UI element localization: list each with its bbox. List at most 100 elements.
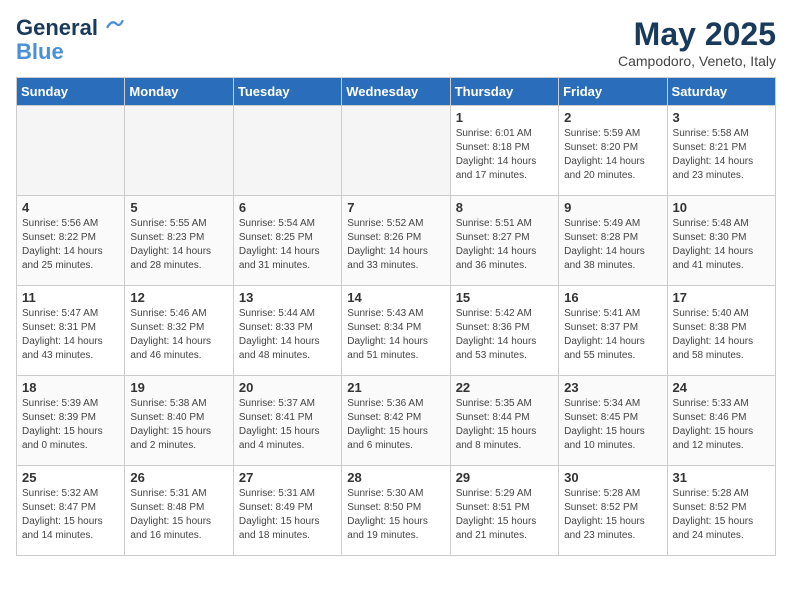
day-info: Sunrise: 5:41 AM Sunset: 8:37 PM Dayligh…: [564, 307, 661, 363]
month-title: May 2025: [618, 16, 776, 53]
calendar-cell: 20 Sunrise: 5:37 AM Sunset: 8:41 PM Dayli…: [233, 376, 341, 466]
calendar-cell: 18Sunrise: 5:39 AM Sunset: 8:39 PM Dayli…: [17, 376, 125, 466]
calendar-cell: 14 Sunrise: 5:43 AM Sunset: 8:34 PM Dayli…: [342, 286, 450, 376]
day-number: 1: [456, 110, 553, 125]
day-info: Sunrise: 5:42 AM Sunset: 8:36 PM Dayligh…: [456, 307, 553, 363]
calendar-cell: 31 Sunrise: 5:28 AM Sunset: 8:52 PM Dayli…: [667, 466, 775, 556]
calendar-cell: 13Sunrise: 5:44 AM Sunset: 8:33 PM Dayli…: [233, 286, 341, 376]
day-info: Sunrise: 5:56 AM Sunset: 8:22 PM Dayligh…: [22, 217, 119, 273]
calendar-cell: 4 Sunrise: 5:56 AM Sunset: 8:22 PM Daylig…: [17, 196, 125, 286]
day-info: Sunrise: 5:28 AM Sunset: 8:52 PM Dayligh…: [673, 487, 770, 543]
day-info: Sunrise: 5:48 AM Sunset: 8:30 PM Dayligh…: [673, 217, 770, 273]
calendar-cell: 23 Sunrise: 5:34 AM Sunset: 8:45 PM Dayli…: [559, 376, 667, 466]
day-number: 22: [456, 380, 553, 395]
day-info: Sunrise: 5:31 AM Sunset: 8:48 PM Dayligh…: [130, 487, 227, 543]
calendar-cell: 10 Sunrise: 5:48 AM Sunset: 8:30 PM Dayli…: [667, 196, 775, 286]
day-info: Sunrise: 5:49 AM Sunset: 8:28 PM Dayligh…: [564, 217, 661, 273]
day-number: 14: [347, 290, 444, 305]
day-info: Sunrise: 5:51 AM Sunset: 8:27 PM Dayligh…: [456, 217, 553, 273]
calendar-cell: [125, 106, 233, 196]
calendar-week-3: 11 Sunrise: 5:47 AM Sunset: 8:31 PM Dayli…: [17, 286, 776, 376]
calendar-cell: 25 Sunrise: 5:32 AM Sunset: 8:47 PM Dayli…: [17, 466, 125, 556]
day-number: 29: [456, 470, 553, 485]
day-number: 20: [239, 380, 336, 395]
day-number: 8: [456, 200, 553, 215]
calendar-cell: 6 Sunrise: 5:54 AM Sunset: 8:25 PM Daylig…: [233, 196, 341, 286]
day-number: 30: [564, 470, 661, 485]
weekday-header-sunday: Sunday: [17, 78, 125, 106]
day-info: Sunrise: 5:46 AM Sunset: 8:32 PM Dayligh…: [130, 307, 227, 363]
day-number: 6: [239, 200, 336, 215]
day-number: 5: [130, 200, 227, 215]
day-number: 25: [22, 470, 119, 485]
calendar-cell: 28Sunrise: 5:30 AM Sunset: 8:50 PM Dayli…: [342, 466, 450, 556]
day-number: 16: [564, 290, 661, 305]
day-number: 12: [130, 290, 227, 305]
weekday-header-monday: Monday: [125, 78, 233, 106]
calendar-cell: 30 Sunrise: 5:28 AM Sunset: 8:52 PM Dayli…: [559, 466, 667, 556]
day-number: 31: [673, 470, 770, 485]
weekday-header-tuesday: Tuesday: [233, 78, 341, 106]
weekday-header-saturday: Saturday: [667, 78, 775, 106]
calendar-week-2: 4 Sunrise: 5:56 AM Sunset: 8:22 PM Daylig…: [17, 196, 776, 286]
day-info: Sunrise: 5:31 AM Sunset: 8:49 PM Dayligh…: [239, 487, 336, 543]
logo-text-blue: Blue: [16, 40, 124, 64]
day-info: Sunrise: 5:52 AM Sunset: 8:26 PM Dayligh…: [347, 217, 444, 273]
day-info: Sunrise: 5:32 AM Sunset: 8:47 PM Dayligh…: [22, 487, 119, 543]
title-area: May 2025 Campodoro, Veneto, Italy: [618, 16, 776, 69]
day-info: Sunrise: 5:47 AM Sunset: 8:31 PM Dayligh…: [22, 307, 119, 363]
day-number: 27: [239, 470, 336, 485]
day-info: Sunrise: 5:36 AM Sunset: 8:42 PM Dayligh…: [347, 397, 444, 453]
calendar-cell: 22 Sunrise: 5:35 AM Sunset: 8:44 PM Dayli…: [450, 376, 558, 466]
day-info: Sunrise: 6:01 AM Sunset: 8:18 PM Dayligh…: [456, 127, 553, 183]
weekday-header-friday: Friday: [559, 78, 667, 106]
day-info: Sunrise: 5:34 AM Sunset: 8:45 PM Dayligh…: [564, 397, 661, 453]
calendar-cell: 1 Sunrise: 6:01 AM Sunset: 8:18 PM Daylig…: [450, 106, 558, 196]
calendar-cell: [233, 106, 341, 196]
calendar-body: 1 Sunrise: 6:01 AM Sunset: 8:18 PM Daylig…: [17, 106, 776, 556]
day-number: 10: [673, 200, 770, 215]
day-info: Sunrise: 5:59 AM Sunset: 8:20 PM Dayligh…: [564, 127, 661, 183]
weekday-header-thursday: Thursday: [450, 78, 558, 106]
day-info: Sunrise: 5:28 AM Sunset: 8:52 PM Dayligh…: [564, 487, 661, 543]
day-number: 11: [22, 290, 119, 305]
calendar-cell: 19Sunrise: 5:38 AM Sunset: 8:40 PM Dayli…: [125, 376, 233, 466]
day-number: 3: [673, 110, 770, 125]
day-info: Sunrise: 5:35 AM Sunset: 8:44 PM Dayligh…: [456, 397, 553, 453]
day-number: 17: [673, 290, 770, 305]
day-number: 7: [347, 200, 444, 215]
calendar-table: SundayMondayTuesdayWednesdayThursdayFrid…: [16, 77, 776, 556]
day-info: Sunrise: 5:54 AM Sunset: 8:25 PM Dayligh…: [239, 217, 336, 273]
weekday-header-row: SundayMondayTuesdayWednesdayThursdayFrid…: [17, 78, 776, 106]
day-number: 26: [130, 470, 227, 485]
calendar-cell: 11 Sunrise: 5:47 AM Sunset: 8:31 PM Dayli…: [17, 286, 125, 376]
calendar-cell: 2 Sunrise: 5:59 AM Sunset: 8:20 PM Daylig…: [559, 106, 667, 196]
day-number: 13: [239, 290, 336, 305]
day-info: Sunrise: 5:38 AM Sunset: 8:40 PM Dayligh…: [130, 397, 227, 453]
calendar-cell: 21Sunrise: 5:36 AM Sunset: 8:42 PM Dayli…: [342, 376, 450, 466]
logo-text: General: [16, 16, 124, 40]
calendar-cell: [17, 106, 125, 196]
calendar-cell: 24Sunrise: 5:33 AM Sunset: 8:46 PM Dayli…: [667, 376, 775, 466]
day-info: Sunrise: 5:29 AM Sunset: 8:51 PM Dayligh…: [456, 487, 553, 543]
logo-icon: [106, 18, 124, 36]
calendar-cell: 27 Sunrise: 5:31 AM Sunset: 8:49 PM Dayli…: [233, 466, 341, 556]
day-number: 2: [564, 110, 661, 125]
day-number: 24: [673, 380, 770, 395]
day-number: 18: [22, 380, 119, 395]
day-number: 4: [22, 200, 119, 215]
day-info: Sunrise: 5:55 AM Sunset: 8:23 PM Dayligh…: [130, 217, 227, 273]
calendar-week-1: 1 Sunrise: 6:01 AM Sunset: 8:18 PM Daylig…: [17, 106, 776, 196]
calendar-cell: 16 Sunrise: 5:41 AM Sunset: 8:37 PM Dayli…: [559, 286, 667, 376]
page-header: General Blue May 2025 Campodoro, Veneto,…: [16, 16, 776, 69]
calendar-cell: 29 Sunrise: 5:29 AM Sunset: 8:51 PM Dayli…: [450, 466, 558, 556]
day-info: Sunrise: 5:37 AM Sunset: 8:41 PM Dayligh…: [239, 397, 336, 453]
calendar-cell: 3Sunrise: 5:58 AM Sunset: 8:21 PM Daylig…: [667, 106, 775, 196]
calendar-cell: 9Sunrise: 5:49 AM Sunset: 8:28 PM Daylig…: [559, 196, 667, 286]
day-info: Sunrise: 5:43 AM Sunset: 8:34 PM Dayligh…: [347, 307, 444, 363]
calendar-cell: [342, 106, 450, 196]
location: Campodoro, Veneto, Italy: [618, 53, 776, 69]
calendar-cell: 8 Sunrise: 5:51 AM Sunset: 8:27 PM Daylig…: [450, 196, 558, 286]
day-info: Sunrise: 5:40 AM Sunset: 8:38 PM Dayligh…: [673, 307, 770, 363]
day-number: 23: [564, 380, 661, 395]
